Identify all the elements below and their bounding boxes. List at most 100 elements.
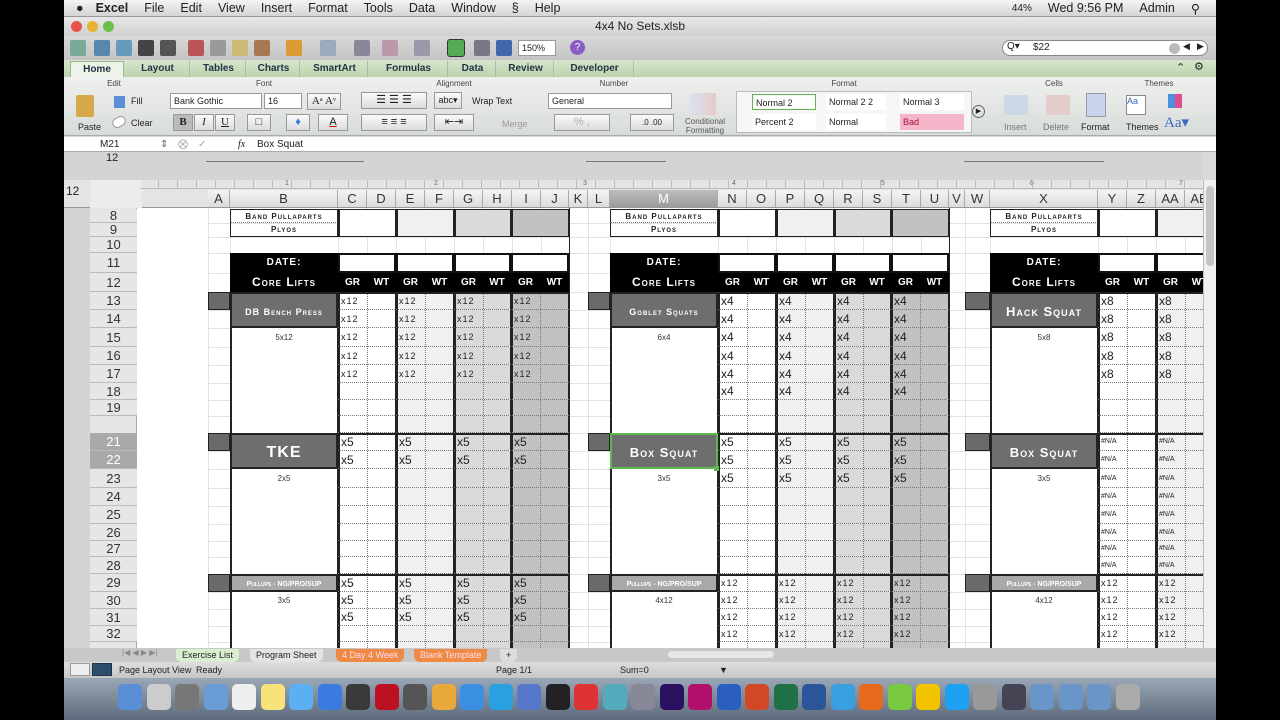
cancel-icon[interactable]: ⨂ <box>178 137 188 152</box>
goal-reps-cell[interactable]: x5 <box>721 469 747 488</box>
dock-indesign-icon[interactable] <box>688 684 712 710</box>
goal-reps-cell[interactable]: x5 <box>894 451 920 469</box>
horizontal-align-buttons[interactable]: ≡ ≡ ≡ <box>361 114 427 131</box>
goal-reps-cell[interactable]: x5 <box>514 609 540 626</box>
font-name-select[interactable]: Bank Gothic <box>170 93 262 109</box>
collapse-ribbon-icon[interactable]: ⌃ <box>1176 61 1185 74</box>
column-header-w[interactable]: W <box>965 190 990 207</box>
autosum-icon[interactable] <box>354 40 370 56</box>
sheet-tab[interactable]: 4 Day 4 Week <box>336 649 405 662</box>
dock-firefox-icon[interactable] <box>859 684 883 710</box>
goal-reps-cell[interactable]: x5 <box>457 574 483 592</box>
redo-icon[interactable] <box>320 40 336 56</box>
battery-status[interactable]: 44% <box>1012 3 1032 14</box>
date-input-cell[interactable] <box>338 253 396 273</box>
dock-trash-icon[interactable] <box>1115 684 1140 710</box>
goal-reps-cell[interactable]: #N/A <box>1159 469 1185 488</box>
column-header-c[interactable]: C <box>338 190 367 207</box>
column-header-q[interactable]: Q <box>805 190 834 207</box>
zoom-select[interactable]: 150% <box>518 40 556 56</box>
sort-icon[interactable] <box>382 40 398 56</box>
goal-reps-cell[interactable]: x5 <box>721 451 747 469</box>
sheet-nav-arrows[interactable]: |◀ ◀ ▶ ▶| <box>122 648 157 657</box>
row-header-26[interactable]: 26 <box>90 524 137 541</box>
sheet-tab[interactable]: Program Sheet <box>250 649 323 662</box>
set-scheme[interactable]: 4x12 <box>610 592 718 609</box>
exercise-name[interactable]: Box Squat <box>990 433 1098 469</box>
goal-reps-cell[interactable]: x5 <box>457 433 483 451</box>
dock-powerpoint-icon[interactable] <box>745 684 769 710</box>
goal-reps-cell[interactable]: x12 <box>341 328 367 347</box>
search-field[interactable]: Q▾ $22 ◀ ▶ <box>1002 40 1208 56</box>
sheet-tab[interactable]: Blank Template <box>414 649 488 662</box>
horizontal-scrollbar[interactable] <box>668 651 774 658</box>
clock[interactable]: Wed 9:56 PM <box>1048 1 1124 15</box>
dock-keynote-icon[interactable] <box>517 684 541 710</box>
tab-home[interactable]: Home <box>70 61 124 77</box>
bold-button[interactable]: B <box>173 114 193 131</box>
goal-reps-cell[interactable]: x4 <box>779 292 805 310</box>
goal-reps-cell[interactable]: x4 <box>779 310 805 328</box>
goal-reps-cell[interactable]: #N/A <box>1159 541 1185 557</box>
style-normal-2[interactable]: Normal 2 <box>752 94 816 110</box>
goal-reps-cell[interactable]: x8 <box>1101 310 1127 328</box>
media-browser-icon[interactable] <box>496 40 512 56</box>
dock-after-effects-icon[interactable] <box>659 684 684 710</box>
new-icon[interactable] <box>70 40 86 56</box>
goal-reps-cell[interactable]: x12 <box>341 292 367 310</box>
goal-reps-cell[interactable]: x12 <box>837 592 863 609</box>
goal-reps-cell[interactable]: x12 <box>779 592 805 609</box>
vertical-scrollbar[interactable] <box>1203 180 1216 648</box>
goal-reps-cell[interactable]: #N/A <box>1101 433 1127 451</box>
indent-buttons[interactable]: ⇤⇥ <box>434 114 474 131</box>
dock-evernote-icon[interactable] <box>887 684 912 710</box>
style-bad[interactable]: Bad <box>900 114 964 130</box>
row-header-12[interactable]: 12 <box>90 273 137 292</box>
column-header-y[interactable]: Y <box>1098 190 1127 207</box>
column-header-b[interactable]: B <box>230 190 338 207</box>
column-header-f[interactable]: F <box>425 190 454 207</box>
date-input-cell[interactable] <box>1156 253 1203 273</box>
page-layout-view-icon[interactable] <box>92 663 112 676</box>
goal-reps-cell[interactable]: x8 <box>1101 365 1127 383</box>
goal-reps-cell[interactable]: x4 <box>894 347 920 365</box>
row-header-31[interactable]: 31 <box>90 609 137 626</box>
row-header-29[interactable]: 29 <box>90 574 137 592</box>
goal-reps-cell[interactable]: x12 <box>1159 626 1185 642</box>
goal-reps-cell[interactable]: x12 <box>837 609 863 626</box>
set-scheme[interactable]: 4x12 <box>990 592 1098 609</box>
dock-app-store-icon[interactable] <box>460 684 484 710</box>
tab-smartart[interactable]: SmartArt <box>302 61 368 77</box>
goal-reps-cell[interactable]: x12 <box>1101 609 1127 626</box>
warmup-label[interactable]: Band Pullaparts <box>610 209 718 223</box>
format-painter-icon[interactable] <box>254 40 270 56</box>
goal-reps-cell[interactable]: x4 <box>837 292 863 310</box>
goal-reps-cell[interactable]: x5 <box>894 433 920 451</box>
row-header-27[interactable]: 27 <box>90 541 137 557</box>
row-header-32[interactable]: 32 <box>90 626 137 642</box>
date-input-cell[interactable] <box>396 253 454 273</box>
dock-garageband-icon[interactable] <box>431 684 456 710</box>
fill-handle[interactable] <box>714 466 719 471</box>
menu-format[interactable]: Format <box>308 1 348 15</box>
goal-reps-cell[interactable]: x8 <box>1159 292 1185 310</box>
goal-reps-cell[interactable]: x12 <box>894 626 920 642</box>
column-header-u[interactable]: U <box>921 190 949 207</box>
goal-reps-cell[interactable]: x5 <box>399 433 425 451</box>
exercise-name[interactable]: Pullups - NG/PRO/SUP <box>230 574 338 592</box>
column-header-r[interactable]: R <box>834 190 863 207</box>
sheet-tab[interactable]: Exercise List <box>176 649 240 662</box>
warmup-label[interactable]: Plyos <box>610 223 718 237</box>
row-header-19[interactable]: 19 <box>90 400 137 416</box>
exercise-name[interactable]: Pullups - NG/PRO/SUP <box>990 574 1098 592</box>
fill-button[interactable]: Fill <box>131 96 143 106</box>
font-size-select[interactable]: 16 <box>264 93 302 109</box>
column-outline-levels[interactable]: 12 <box>66 184 79 198</box>
conditional-formatting-button[interactable]: Conditional Formatting <box>680 117 730 135</box>
menu-app[interactable]: Excel <box>96 1 129 15</box>
dock-messages-icon[interactable] <box>289 684 313 710</box>
goal-reps-cell[interactable]: x12 <box>894 609 920 626</box>
goal-reps-cell[interactable]: x12 <box>457 365 483 383</box>
dock-image-capture-icon[interactable] <box>631 684 655 710</box>
column-header-o[interactable]: O <box>747 190 776 207</box>
